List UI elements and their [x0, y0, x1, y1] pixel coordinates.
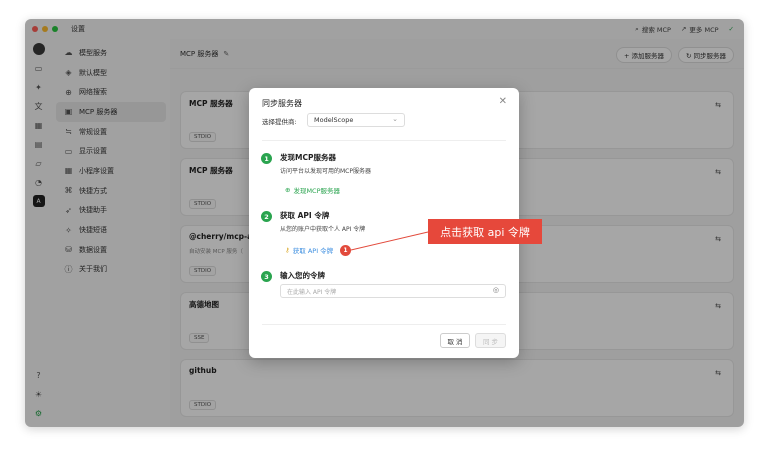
step-desc: 从您的账户中获取个人 API 令牌 — [280, 226, 366, 233]
key-icon: ⚷ — [285, 246, 290, 254]
provider-select[interactable]: ModelScope ⌄ — [307, 113, 405, 127]
step-title: 输入您的令牌 — [280, 271, 325, 280]
step-number: 3 — [261, 271, 272, 282]
discover-mcp-label: 发现MCP服务器 — [293, 187, 341, 195]
globe-icon: ⊕ — [285, 186, 291, 194]
divider — [262, 140, 506, 141]
get-api-token-link[interactable]: ⚷ 获取 API 令牌 — [285, 245, 333, 255]
callout-label: 点击获取 api 令牌 — [428, 219, 542, 244]
step-desc: 访问平台以发现可用的MCP服务器 — [280, 168, 371, 175]
close-icon[interactable]: ✕ — [499, 96, 507, 107]
eye-hidden-icon[interactable]: ◎ — [493, 286, 499, 294]
sync-button[interactable]: 同 步 — [475, 333, 506, 348]
step-title: 发现MCP服务器 — [280, 153, 336, 162]
provider-value: ModelScope — [314, 116, 354, 124]
divider — [262, 324, 506, 325]
api-token-input[interactable]: 在此输入 API 令牌 ◎ — [280, 284, 506, 298]
cancel-button[interactable]: 取 消 — [440, 333, 470, 348]
step-number: 1 — [261, 153, 272, 164]
chevron-down-icon: ⌄ — [392, 115, 398, 123]
get-api-token-label: 获取 API 令牌 — [292, 247, 334, 255]
provider-label: 选择提供商: — [262, 118, 297, 126]
step-number: 2 — [261, 211, 272, 222]
token-placeholder: 在此输入 API 令牌 — [287, 289, 337, 296]
step-title: 获取 API 令牌 — [280, 211, 330, 220]
dialog-title: 同步服务器 — [262, 99, 302, 108]
discover-mcp-link[interactable]: ⊕ 发现MCP服务器 — [285, 185, 340, 195]
step-badge: 1 — [340, 245, 351, 256]
